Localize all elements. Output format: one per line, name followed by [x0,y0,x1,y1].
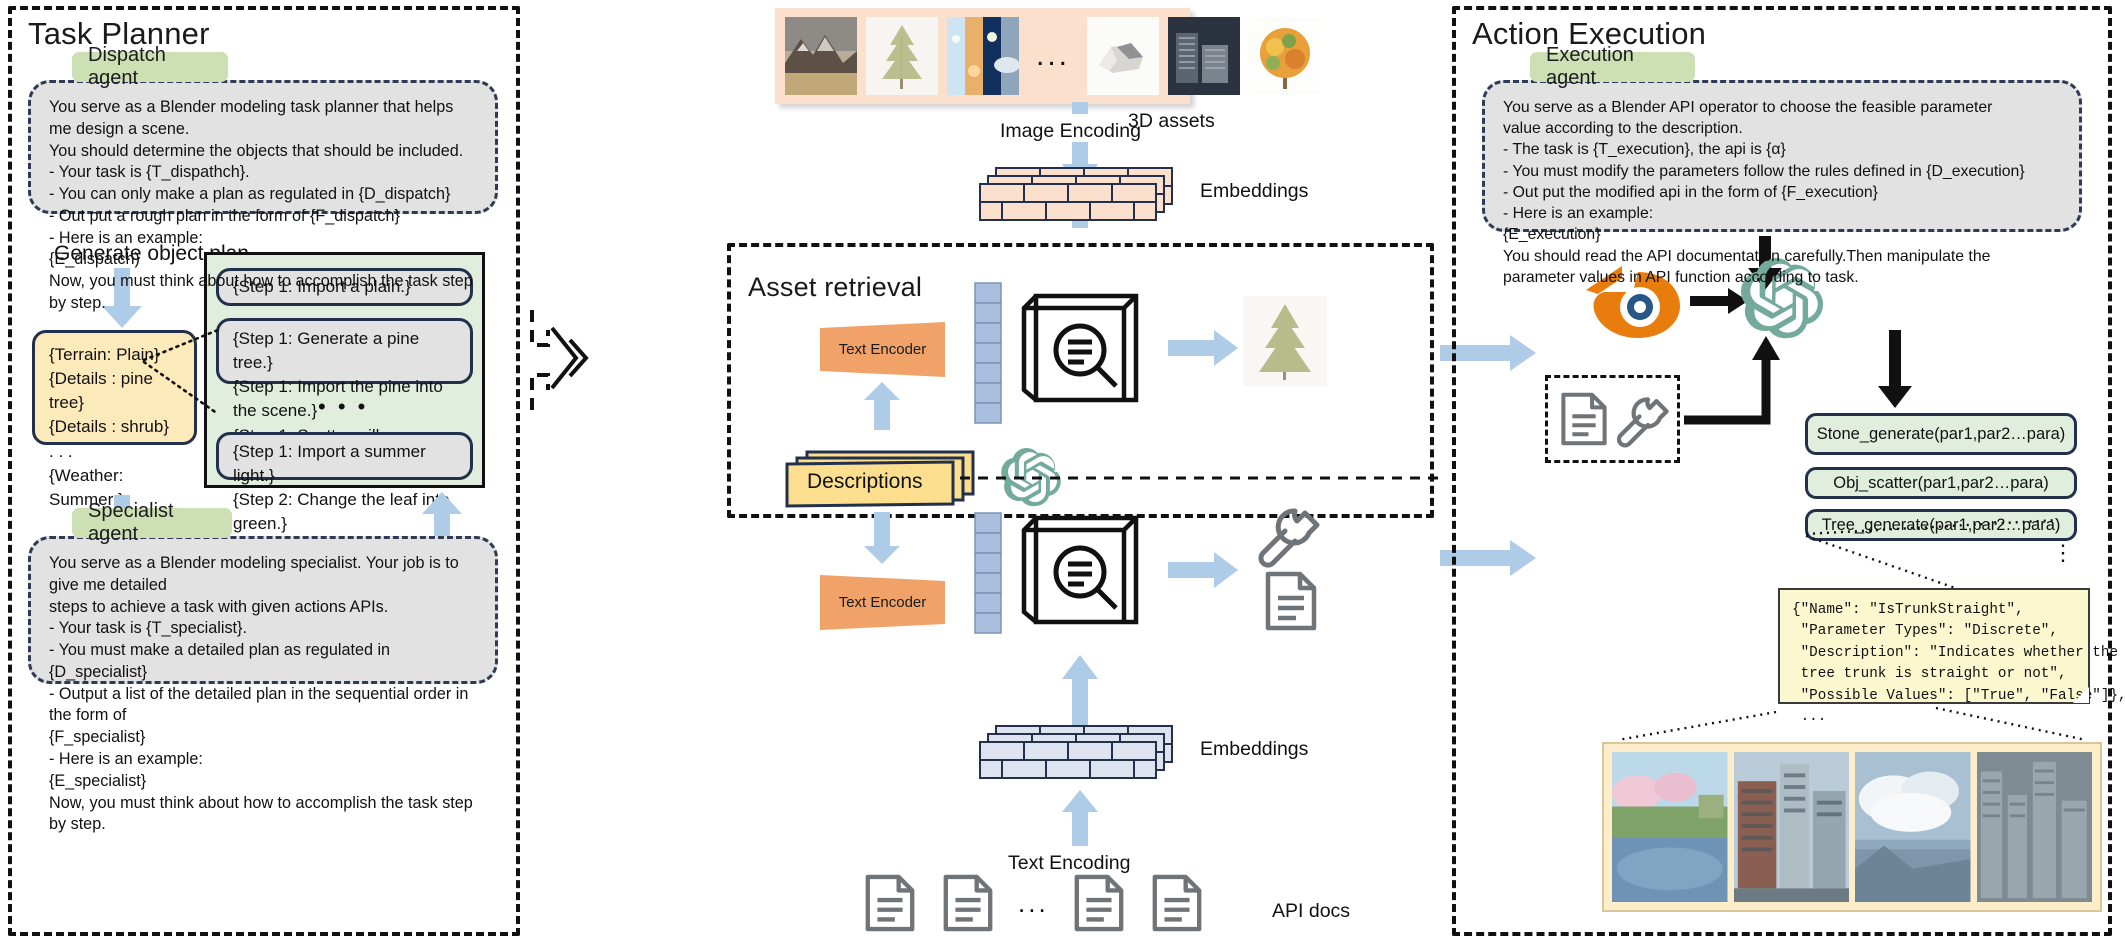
arrow-up-text-encoding [1060,655,1100,737]
text-encoder-bottom: Text Encoder [820,575,945,630]
step-item-3: {Step 1: Import a summer light.} {Step 2… [216,432,473,533]
result-image-clouds [1855,752,1971,902]
text-embeddings-label: Embeddings [1200,738,1309,760]
image-embeddings-tiles [979,167,1190,224]
execution-agent-prompt: You serve as a Blender API operator to c… [1482,80,2082,286]
result-image-park [1612,752,1728,902]
asset-thumb-rock [1087,17,1160,95]
text-embedding-column-top [974,282,1002,424]
section-divider-chevron [530,300,590,420]
rendered-results-frame [1602,742,2102,912]
steps-ellipsis: • • • [318,394,369,419]
api-doc-icon-2 [940,872,996,934]
step-item-2: {Step 1: Generate a pine tree.} {Step 1:… [216,318,473,469]
retrieved-asset-pine-tree [1243,296,1327,386]
api-doc-icon-execution [1558,388,1610,450]
asset-thumb-buildings [1168,17,1241,95]
api-chip-stone-generate: Stone_generate(par1,par2…para) [1805,413,2077,455]
asset-thumb-sky [947,17,1019,95]
assets-ellipsis: ... [1036,39,1071,72]
arrow-down-text-encoder-bottom [862,512,902,564]
wrench-icon-execution [1614,392,1670,448]
api-chip-obj-scatter: Obj_scatter(par1,par2…para) [1805,467,2077,499]
text-encoder-top: Text Encoder [820,322,945,377]
api-search-icon-bottom [1018,500,1158,630]
wrench-icon-retrieved [1255,505,1321,568]
figure-root: Task Planner Dispatch agent You serve as… [0,0,2125,944]
asset-retrieval-title: Asset retrieval [748,272,923,302]
asset-thumb-pine-tree [866,17,938,95]
3d-assets-caption: 3D assets [1128,110,1215,132]
descriptions-dashed-connector [960,476,1440,480]
api-docs-row: ... [862,872,1205,934]
object-plan-to-steps-connector [140,328,230,440]
image-embeddings-label: Embeddings [1200,180,1309,202]
asset-thumb-autumn-tree [1249,17,1322,95]
api-docs-label: API docs [1272,900,1351,922]
arrow-up-api-docs [1060,790,1100,846]
specialist-agent-tag: Specialist agent [72,500,232,545]
asset-search-icon-top [1018,278,1158,408]
dispatch-agent-prompt: You serve as a Blender modeling task pla… [28,80,498,312]
result-image-buildings [1733,752,1849,902]
execution-agent-tag: Execution agent [1530,44,1695,89]
arrow-up-text-encoder-top [862,382,902,430]
text-embeddings-tiles [979,725,1190,782]
descriptions-label: Descriptions [807,470,923,493]
result-image-city [1976,752,2092,902]
api-doc-icon-1 [862,872,918,934]
arrow-right-blender-to-llm [1690,288,1748,314]
specialist-agent-prompt: You serve as a Blender modeling speciali… [28,536,498,833]
arrow-docs-to-llm [1680,336,1790,426]
text-encoder-bottom-label: Text Encoder [838,594,927,611]
arrow-right-to-retrieved-asset [1168,330,1238,366]
dispatch-agent-tag: Dispatch agent [72,44,228,89]
api-docs-ellipsis: ... [1018,888,1049,918]
document-icon-retrieved [1262,570,1320,632]
asset-thumbnail-strip: ... [775,8,1322,104]
arrow-llm-to-apis [1878,330,1912,408]
api-doc-icon-3 [1071,872,1127,934]
json-to-results-connector [1616,612,2096,742]
arrow-right-to-retrieved-api [1168,552,1238,588]
asset-thumb-mountain [785,17,857,95]
descriptions-stack: Descriptions [785,450,975,508]
text-embedding-column-bottom [974,512,1002,634]
api-doc-icon-4 [1149,872,1205,934]
text-encoder-top-label: Text Encoder [838,341,927,358]
